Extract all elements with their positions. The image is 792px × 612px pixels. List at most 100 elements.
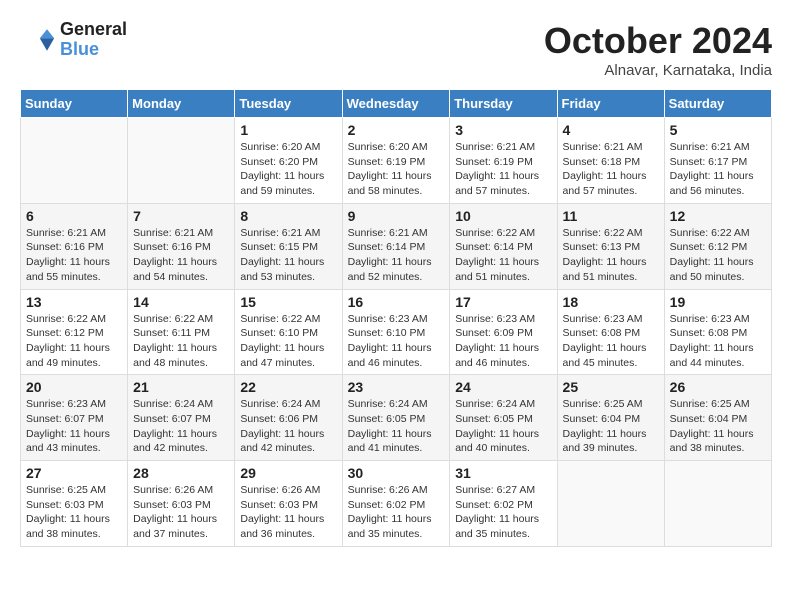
weekday-header: Friday xyxy=(557,90,664,118)
day-info: Sunrise: 6:22 AMSunset: 6:10 PMDaylight:… xyxy=(240,312,336,371)
calendar-cell: 27Sunrise: 6:25 AMSunset: 6:03 PMDayligh… xyxy=(21,461,128,547)
day-number: 25 xyxy=(563,379,659,395)
day-info: Sunrise: 6:25 AMSunset: 6:04 PMDaylight:… xyxy=(670,397,766,456)
calendar-cell: 17 Sunrise: 6:23 AMSunset: 6:09 PMDayligh… xyxy=(450,289,557,375)
day-number: 14 xyxy=(133,294,229,310)
day-number: 8 xyxy=(240,208,336,224)
day-number: 22 xyxy=(240,379,336,395)
day-info: Sunrise: 6:26 AMSunset: 6:02 PMDaylight:… xyxy=(348,483,445,542)
calendar-cell: 7Sunrise: 6:21 AMSunset: 6:16 PMDaylight… xyxy=(128,203,235,289)
calendar-cell: 5 Sunrise: 6:21 AMSunset: 6:17 PMDaylight… xyxy=(664,118,771,204)
day-number: 5 xyxy=(670,122,766,138)
weekday-header: Monday xyxy=(128,90,235,118)
calendar-table: SundayMondayTuesdayWednesdayThursdayFrid… xyxy=(20,89,772,547)
calendar-cell: 8 Sunrise: 6:21 AMSunset: 6:15 PMDaylight… xyxy=(235,203,342,289)
day-number: 4 xyxy=(563,122,659,138)
day-number: 24 xyxy=(455,379,551,395)
calendar-cell xyxy=(21,118,128,204)
calendar-cell: 1Sunrise: 6:20 AMSunset: 6:20 PMDaylight… xyxy=(235,118,342,204)
day-number: 17 xyxy=(455,294,551,310)
logo-text-line2: Blue xyxy=(60,40,127,60)
logo: General Blue xyxy=(20,20,127,60)
day-info: Sunrise: 6:23 AMSunset: 6:09 PMDaylight:… xyxy=(455,312,551,371)
logo-icon xyxy=(20,22,56,58)
day-number: 3 xyxy=(455,122,551,138)
calendar-cell: 14 Sunrise: 6:22 AMSunset: 6:11 PMDayligh… xyxy=(128,289,235,375)
calendar-cell: 30 Sunrise: 6:26 AMSunset: 6:02 PMDayligh… xyxy=(342,461,450,547)
calendar-header-row: SundayMondayTuesdayWednesdayThursdayFrid… xyxy=(21,90,772,118)
day-number: 28 xyxy=(133,465,229,481)
calendar-cell: 20 Sunrise: 6:23 AMSunset: 6:07 PMDayligh… xyxy=(21,375,128,461)
calendar-cell: 23 Sunrise: 6:24 AMSunset: 6:05 PMDayligh… xyxy=(342,375,450,461)
calendar-week-row: 13Sunrise: 6:22 AMSunset: 6:12 PMDayligh… xyxy=(21,289,772,375)
calendar-cell: 4 Sunrise: 6:21 AMSunset: 6:18 PMDaylight… xyxy=(557,118,664,204)
day-info: Sunrise: 6:26 AMSunset: 6:03 PMDaylight:… xyxy=(133,483,229,542)
logo-text-line1: General xyxy=(60,20,127,40)
calendar-cell: 19 Sunrise: 6:23 AMSunset: 6:08 PMDayligh… xyxy=(664,289,771,375)
day-info: Sunrise: 6:24 AMSunset: 6:06 PMDaylight:… xyxy=(240,397,336,456)
day-number: 10 xyxy=(455,208,551,224)
calendar-cell: 13Sunrise: 6:22 AMSunset: 6:12 PMDayligh… xyxy=(21,289,128,375)
day-info: Sunrise: 6:21 AMSunset: 6:19 PMDaylight:… xyxy=(455,140,551,199)
calendar-cell: 25Sunrise: 6:25 AMSunset: 6:04 PMDayligh… xyxy=(557,375,664,461)
calendar-week-row: 27Sunrise: 6:25 AMSunset: 6:03 PMDayligh… xyxy=(21,461,772,547)
calendar-cell: 21 Sunrise: 6:24 AMSunset: 6:07 PMDayligh… xyxy=(128,375,235,461)
calendar-week-row: 6 Sunrise: 6:21 AMSunset: 6:16 PMDaylight… xyxy=(21,203,772,289)
day-number: 16 xyxy=(348,294,445,310)
day-info: Sunrise: 6:24 AMSunset: 6:05 PMDaylight:… xyxy=(455,397,551,456)
calendar-cell: 11Sunrise: 6:22 AMSunset: 6:13 PMDayligh… xyxy=(557,203,664,289)
day-number: 19 xyxy=(670,294,766,310)
day-number: 30 xyxy=(348,465,445,481)
day-info: Sunrise: 6:23 AMSunset: 6:07 PMDaylight:… xyxy=(26,397,122,456)
day-info: Sunrise: 6:20 AMSunset: 6:19 PMDaylight:… xyxy=(348,140,445,199)
day-info: Sunrise: 6:21 AMSunset: 6:14 PMDaylight:… xyxy=(348,226,445,285)
calendar-cell xyxy=(557,461,664,547)
calendar-week-row: 20 Sunrise: 6:23 AMSunset: 6:07 PMDayligh… xyxy=(21,375,772,461)
day-number: 15 xyxy=(240,294,336,310)
calendar-cell: 28 Sunrise: 6:26 AMSunset: 6:03 PMDayligh… xyxy=(128,461,235,547)
day-info: Sunrise: 6:21 AMSunset: 6:15 PMDaylight:… xyxy=(240,226,336,285)
calendar-cell: 3 Sunrise: 6:21 AMSunset: 6:19 PMDaylight… xyxy=(450,118,557,204)
calendar-cell: 6 Sunrise: 6:21 AMSunset: 6:16 PMDaylight… xyxy=(21,203,128,289)
weekday-header: Tuesday xyxy=(235,90,342,118)
day-number: 6 xyxy=(26,208,122,224)
calendar-cell: 12 Sunrise: 6:22 AMSunset: 6:12 PMDayligh… xyxy=(664,203,771,289)
calendar-week-row: 1Sunrise: 6:20 AMSunset: 6:20 PMDaylight… xyxy=(21,118,772,204)
month-title: October 2024 xyxy=(544,20,772,62)
day-number: 20 xyxy=(26,379,122,395)
calendar-cell: 18Sunrise: 6:23 AMSunset: 6:08 PMDayligh… xyxy=(557,289,664,375)
day-info: Sunrise: 6:22 AMSunset: 6:11 PMDaylight:… xyxy=(133,312,229,371)
day-number: 13 xyxy=(26,294,122,310)
day-number: 26 xyxy=(670,379,766,395)
calendar-cell: 15 Sunrise: 6:22 AMSunset: 6:10 PMDayligh… xyxy=(235,289,342,375)
day-number: 21 xyxy=(133,379,229,395)
weekday-header: Thursday xyxy=(450,90,557,118)
day-info: Sunrise: 6:21 AMSunset: 6:18 PMDaylight:… xyxy=(563,140,659,199)
day-info: Sunrise: 6:26 AMSunset: 6:03 PMDaylight:… xyxy=(240,483,336,542)
day-info: Sunrise: 6:24 AMSunset: 6:07 PMDaylight:… xyxy=(133,397,229,456)
calendar-cell: 9 Sunrise: 6:21 AMSunset: 6:14 PMDaylight… xyxy=(342,203,450,289)
day-info: Sunrise: 6:21 AMSunset: 6:16 PMDaylight:… xyxy=(26,226,122,285)
day-info: Sunrise: 6:22 AMSunset: 6:12 PMDaylight:… xyxy=(670,226,766,285)
title-block: October 2024 Alnavar, Karnataka, India xyxy=(544,20,772,79)
day-info: Sunrise: 6:24 AMSunset: 6:05 PMDaylight:… xyxy=(348,397,445,456)
weekday-header: Saturday xyxy=(664,90,771,118)
day-number: 1 xyxy=(240,122,336,138)
page-header: General Blue October 2024 Alnavar, Karna… xyxy=(20,20,772,79)
calendar-cell xyxy=(128,118,235,204)
day-number: 2 xyxy=(348,122,445,138)
day-number: 23 xyxy=(348,379,445,395)
day-info: Sunrise: 6:25 AMSunset: 6:03 PMDaylight:… xyxy=(26,483,122,542)
day-info: Sunrise: 6:23 AMSunset: 6:08 PMDaylight:… xyxy=(670,312,766,371)
day-number: 9 xyxy=(348,208,445,224)
day-info: Sunrise: 6:22 AMSunset: 6:14 PMDaylight:… xyxy=(455,226,551,285)
day-number: 12 xyxy=(670,208,766,224)
calendar-cell: 24 Sunrise: 6:24 AMSunset: 6:05 PMDayligh… xyxy=(450,375,557,461)
day-number: 18 xyxy=(563,294,659,310)
calendar-cell: 2 Sunrise: 6:20 AMSunset: 6:19 PMDaylight… xyxy=(342,118,450,204)
location: Alnavar, Karnataka, India xyxy=(544,62,772,79)
calendar-cell: 16Sunrise: 6:23 AMSunset: 6:10 PMDayligh… xyxy=(342,289,450,375)
day-number: 29 xyxy=(240,465,336,481)
day-info: Sunrise: 6:21 AMSunset: 6:17 PMDaylight:… xyxy=(670,140,766,199)
calendar-cell: 22 Sunrise: 6:24 AMSunset: 6:06 PMDayligh… xyxy=(235,375,342,461)
